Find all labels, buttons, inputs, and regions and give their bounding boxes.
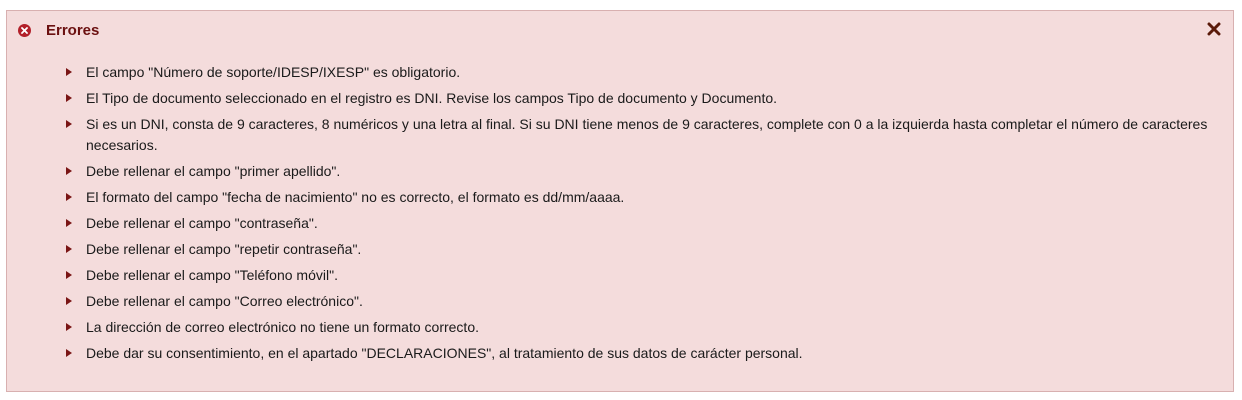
error-item: Debe rellenar el campo "Teléfono móvil". [7, 265, 1233, 286]
error-item: Debe rellenar el campo "Correo electróni… [7, 291, 1233, 312]
error-item: Debe dar su consentimiento, en el aparta… [7, 343, 1233, 364]
error-message: El campo "Número de soporte/IDESP/IXESP"… [86, 64, 461, 80]
bullet-arrow-icon [66, 167, 72, 175]
bullet-arrow-icon [66, 219, 72, 227]
error-item: La dirección de correo electrónico no ti… [7, 317, 1233, 338]
error-message: Si es un DNI, consta de 9 caracteres, 8 … [86, 116, 1208, 153]
bullet-arrow-icon [66, 120, 72, 128]
error-message: Debe rellenar el campo "repetir contrase… [86, 241, 362, 257]
bullet-arrow-icon [66, 68, 72, 76]
bullet-arrow-icon [66, 94, 72, 102]
error-panel: Errores El campo "Número de soporte/IDES… [6, 10, 1234, 392]
error-list: El campo "Número de soporte/IDESP/IXESP"… [7, 62, 1233, 369]
bullet-arrow-icon [66, 297, 72, 305]
error-item: Debe rellenar el campo "repetir contrase… [7, 239, 1233, 260]
error-message: El Tipo de documento seleccionado en el … [86, 90, 778, 106]
error-message: Debe dar su consentimiento, en el aparta… [86, 345, 803, 361]
bullet-arrow-icon [66, 193, 72, 201]
error-message: Debe rellenar el campo "contraseña". [86, 215, 318, 231]
error-message: La dirección de correo electrónico no ti… [86, 319, 479, 335]
error-message: Debe rellenar el campo "Teléfono móvil". [86, 267, 338, 283]
error-panel-title: Errores [46, 22, 100, 39]
error-item: Si es un DNI, consta de 9 caracteres, 8 … [7, 114, 1233, 156]
error-circle-icon [18, 24, 31, 37]
error-item: El campo "Número de soporte/IDESP/IXESP"… [7, 62, 1233, 83]
bullet-arrow-icon [66, 323, 72, 331]
error-item: Debe rellenar el campo "primer apellido"… [7, 161, 1233, 182]
bullet-arrow-icon [66, 245, 72, 253]
error-message: Debe rellenar el campo "Correo electróni… [86, 293, 363, 309]
close-icon[interactable] [1205, 20, 1223, 38]
error-message: Debe rellenar el campo "primer apellido"… [86, 163, 341, 179]
bullet-arrow-icon [66, 271, 72, 279]
error-message: El formato del campo "fecha de nacimient… [86, 189, 625, 205]
error-item: El formato del campo "fecha de nacimient… [7, 187, 1233, 208]
bullet-arrow-icon [66, 349, 72, 357]
error-panel-header: Errores [7, 11, 1233, 51]
error-item: Debe rellenar el campo "contraseña". [7, 213, 1233, 234]
error-item: El Tipo de documento seleccionado en el … [7, 88, 1233, 109]
